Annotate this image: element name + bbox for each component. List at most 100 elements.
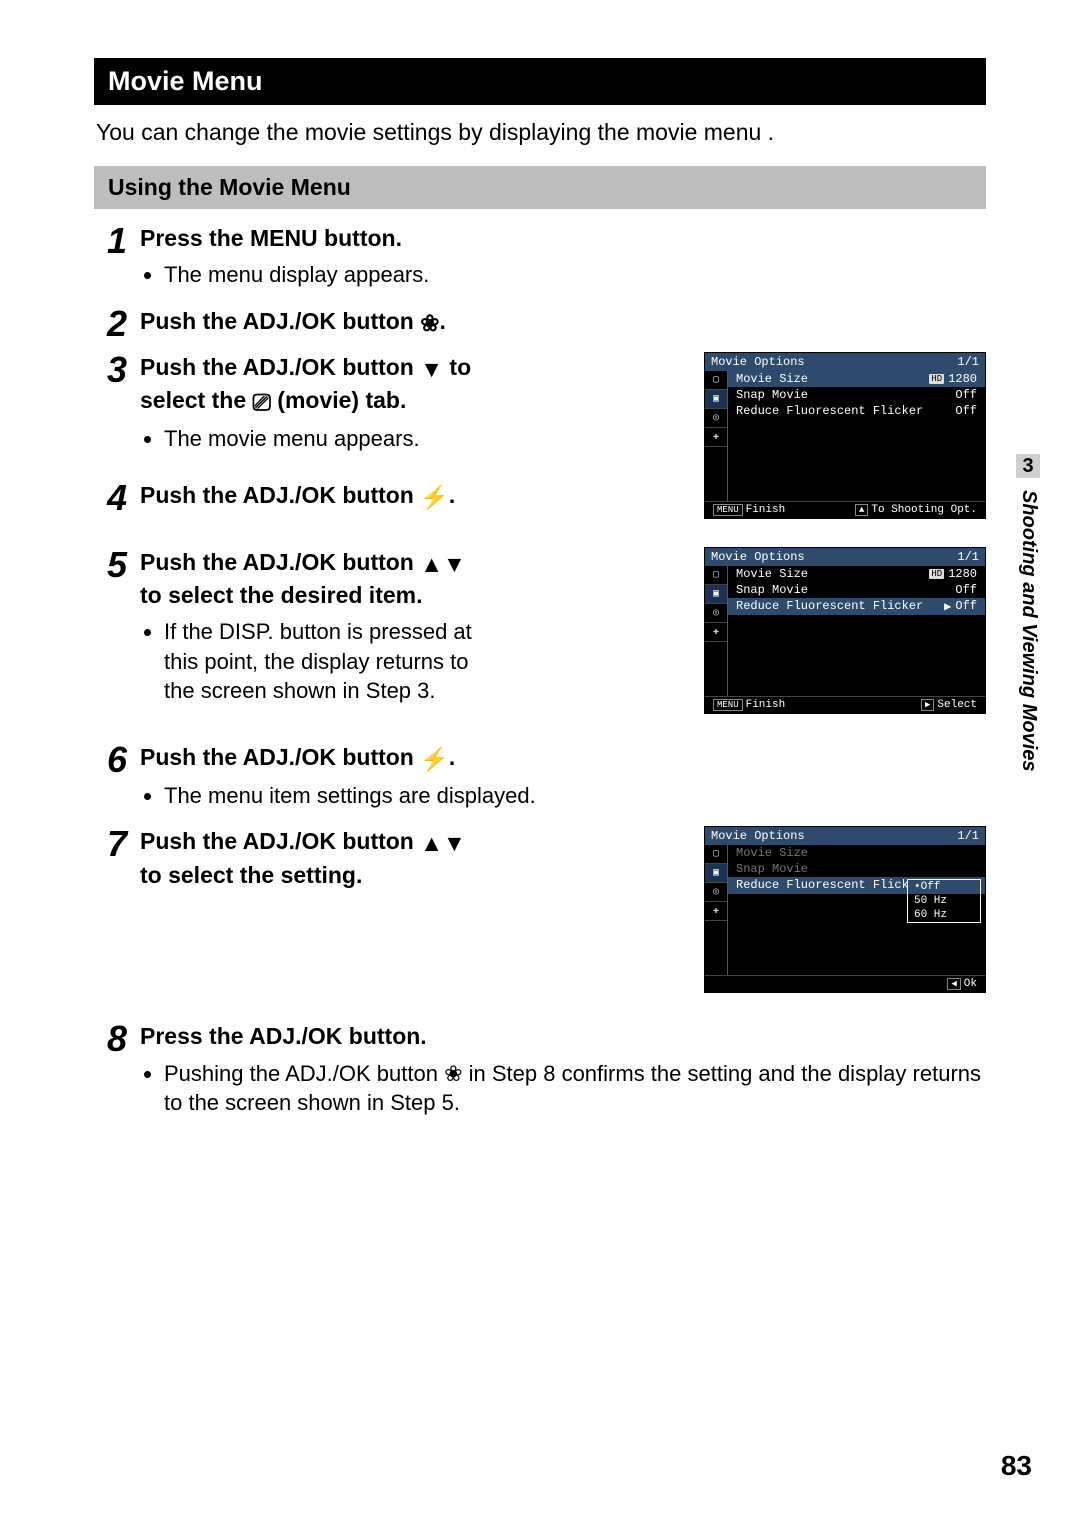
- updown-triangle-icon: ▲▼: [420, 551, 466, 577]
- text: Pushing the ADJ./OK button: [164, 1061, 444, 1086]
- step-bullet: If the DISP. button is pressed at this p…: [164, 617, 480, 706]
- setup-tab-icon: ◎: [705, 604, 727, 623]
- intro-text: You can change the movie settings by dis…: [96, 119, 984, 146]
- tools-tab-icon: ✚: [705, 623, 727, 642]
- menu-page: 1/1: [957, 550, 979, 564]
- camera-tab-icon: ▢: [705, 845, 727, 864]
- subsection-title: Using the Movie Menu: [94, 166, 986, 209]
- movie-tab-icon: ▣: [705, 390, 727, 409]
- text: Push the ADJ./OK button: [140, 549, 420, 575]
- menu-row-snap-movie: Snap Movie: [728, 861, 985, 877]
- down-triangle-icon: ▼: [420, 356, 443, 382]
- menu-title: Movie Options: [711, 355, 805, 369]
- movie-tab-icon: ▣: [705, 585, 727, 604]
- text: .: [440, 308, 446, 334]
- text: to select the setting.: [140, 862, 362, 888]
- step-number: 7: [94, 826, 140, 1011]
- step-bullet: The menu item settings are displayed.: [164, 781, 986, 811]
- menu-value: Off: [955, 404, 977, 418]
- setup-tab-icon: ◎: [705, 409, 727, 428]
- step-heading: Push the ADJ./OK button ⚡.: [140, 742, 986, 775]
- step-2: 2 Push the ADJ./OK button ❀.: [94, 306, 986, 342]
- step-heading: Press the MENU button.: [140, 223, 986, 254]
- menu-row-snap-movie: Snap Movie Off: [728, 387, 985, 403]
- menu-tab-strip: ▢ ▣ ◎ ✚: [705, 845, 728, 975]
- menu-value: Off: [955, 388, 977, 402]
- movie-tab-icon: ▣: [705, 864, 727, 883]
- camera-menu-screenshot-3: Movie Options 1/1 ▢ ▣ ◎ ✚ Movie Size Snap…: [704, 826, 986, 993]
- text: Push the ADJ./OK button: [140, 828, 420, 854]
- chapter-tab-number: 3: [1016, 454, 1040, 478]
- menu-value: Off: [955, 599, 977, 613]
- text: .: [449, 744, 455, 770]
- text: Push the ADJ./OK button: [140, 482, 420, 508]
- step-number: 5: [94, 547, 140, 732]
- chapter-side-label: Shooting and Viewing Movies: [1017, 490, 1040, 772]
- text: (movie) tab.: [271, 387, 406, 413]
- menu-page: 1/1: [957, 829, 979, 843]
- flash-icon: ⚡: [420, 484, 449, 510]
- flash-icon: ⚡: [420, 746, 449, 772]
- camera-menu-screenshot-1: Movie Options1/1 ▢ ▣ ◎ ✚ Movie Size HD12…: [704, 352, 986, 519]
- step-number: 2: [94, 306, 140, 342]
- step-heading: Push the ADJ./OK button ▲▼ to select the…: [140, 826, 480, 890]
- step-7: 7 Push the ADJ./OK button ▲▼ to select t…: [94, 826, 986, 1011]
- step-5: 5 Push the ADJ./OK button ▲▼ to select t…: [94, 547, 986, 732]
- text: Push the ADJ./OK button: [140, 308, 420, 334]
- menu-tab-strip: ▢ ▣ ◎ ✚: [705, 371, 728, 501]
- camera-menu-screenshot-2: Movie Options 1/1 ▢ ▣ ◎ ✚ Movie Size HD 128…: [704, 547, 986, 714]
- menu-title: Movie Options: [711, 829, 805, 843]
- menu-row-flicker: Reduce Fluorescent Flicker▶Off: [728, 598, 985, 615]
- menu-label: Snap Movie: [736, 388, 808, 402]
- macro-icon: ❀: [444, 1061, 462, 1086]
- text: .: [449, 482, 455, 508]
- text: Push the ADJ./OK button: [140, 744, 420, 770]
- up-triangle-icon: ▲: [855, 504, 868, 516]
- menu-label: Reduce Fluorescent Flicker: [736, 599, 923, 614]
- footer-select: Select: [937, 699, 977, 711]
- step-heading: Press the ADJ./OK button.: [140, 1021, 986, 1052]
- footer-finish: Finish: [746, 699, 786, 711]
- page-number: 83: [1001, 1450, 1032, 1482]
- step-bullet: The movie menu appears.: [164, 424, 480, 454]
- step-number: 6: [94, 742, 140, 817]
- menu-label: Reduce Fluorescent Flicker: [736, 878, 923, 893]
- menu-value: 1280: [948, 567, 977, 581]
- text: Push the ADJ./OK button: [140, 354, 420, 380]
- step-bullet: The menu display appears.: [164, 260, 986, 290]
- menu-tab-strip: ▢ ▣ ◎ ✚: [705, 566, 728, 696]
- menu-label: Movie Size: [736, 372, 808, 386]
- hd-badge: HD: [929, 569, 944, 579]
- footer-hint: To Shooting Opt.: [871, 504, 977, 516]
- camera-tab-icon: ▢: [705, 566, 727, 585]
- menu-title: Movie Options: [711, 550, 805, 564]
- step-4: 4 Push the ADJ./OK button ⚡.: [140, 480, 480, 516]
- step-bullet: Pushing the ADJ./OK button ❀ in Step 8 c…: [164, 1059, 986, 1118]
- step-8: 8 Press the ADJ./OK button. Pushing the …: [94, 1021, 986, 1123]
- step-6: 6 Push the ADJ./OK button ⚡. The menu it…: [94, 742, 986, 817]
- menu-label: Snap Movie: [736, 862, 808, 876]
- menu-row-movie-size: Movie Size HD 1280: [728, 566, 985, 582]
- step-heading: Push the ADJ./OK button ❀.: [140, 306, 986, 339]
- menu-row-movie-size: Movie Size HD 1280: [728, 371, 985, 387]
- step-heading: Push the ADJ./OK button ▲▼ to select the…: [140, 547, 480, 611]
- hd-badge: HD: [929, 374, 944, 384]
- menu-button-label: MENU: [713, 699, 743, 711]
- menu-label: Movie Size: [736, 567, 808, 581]
- section-title: Movie Menu: [94, 58, 986, 105]
- menu-label: Movie Size: [736, 846, 808, 860]
- menu-label: Snap Movie: [736, 583, 808, 597]
- footer-ok: Ok: [964, 978, 977, 990]
- left-triangle-icon: ◀: [947, 978, 960, 990]
- menu-value: 1280: [948, 372, 977, 386]
- dropdown-option: 50 Hz: [908, 894, 980, 908]
- macro-icon: ❀: [420, 310, 439, 336]
- step-1: 1 Press the MENU button. The menu displa…: [94, 223, 986, 296]
- text: to select the desired item.: [140, 582, 422, 608]
- menu-row-snap-movie: Snap MovieOff: [728, 582, 985, 598]
- step-heading: Push the ADJ./OK button ⚡.: [140, 480, 480, 513]
- step-heading: Push the ADJ./OK button ▼ to select the …: [140, 352, 480, 418]
- step-number: 4: [94, 480, 140, 516]
- menu-row-movie-size: Movie Size: [728, 845, 985, 861]
- steps-list: 1 Press the MENU button. The menu displa…: [94, 223, 986, 1124]
